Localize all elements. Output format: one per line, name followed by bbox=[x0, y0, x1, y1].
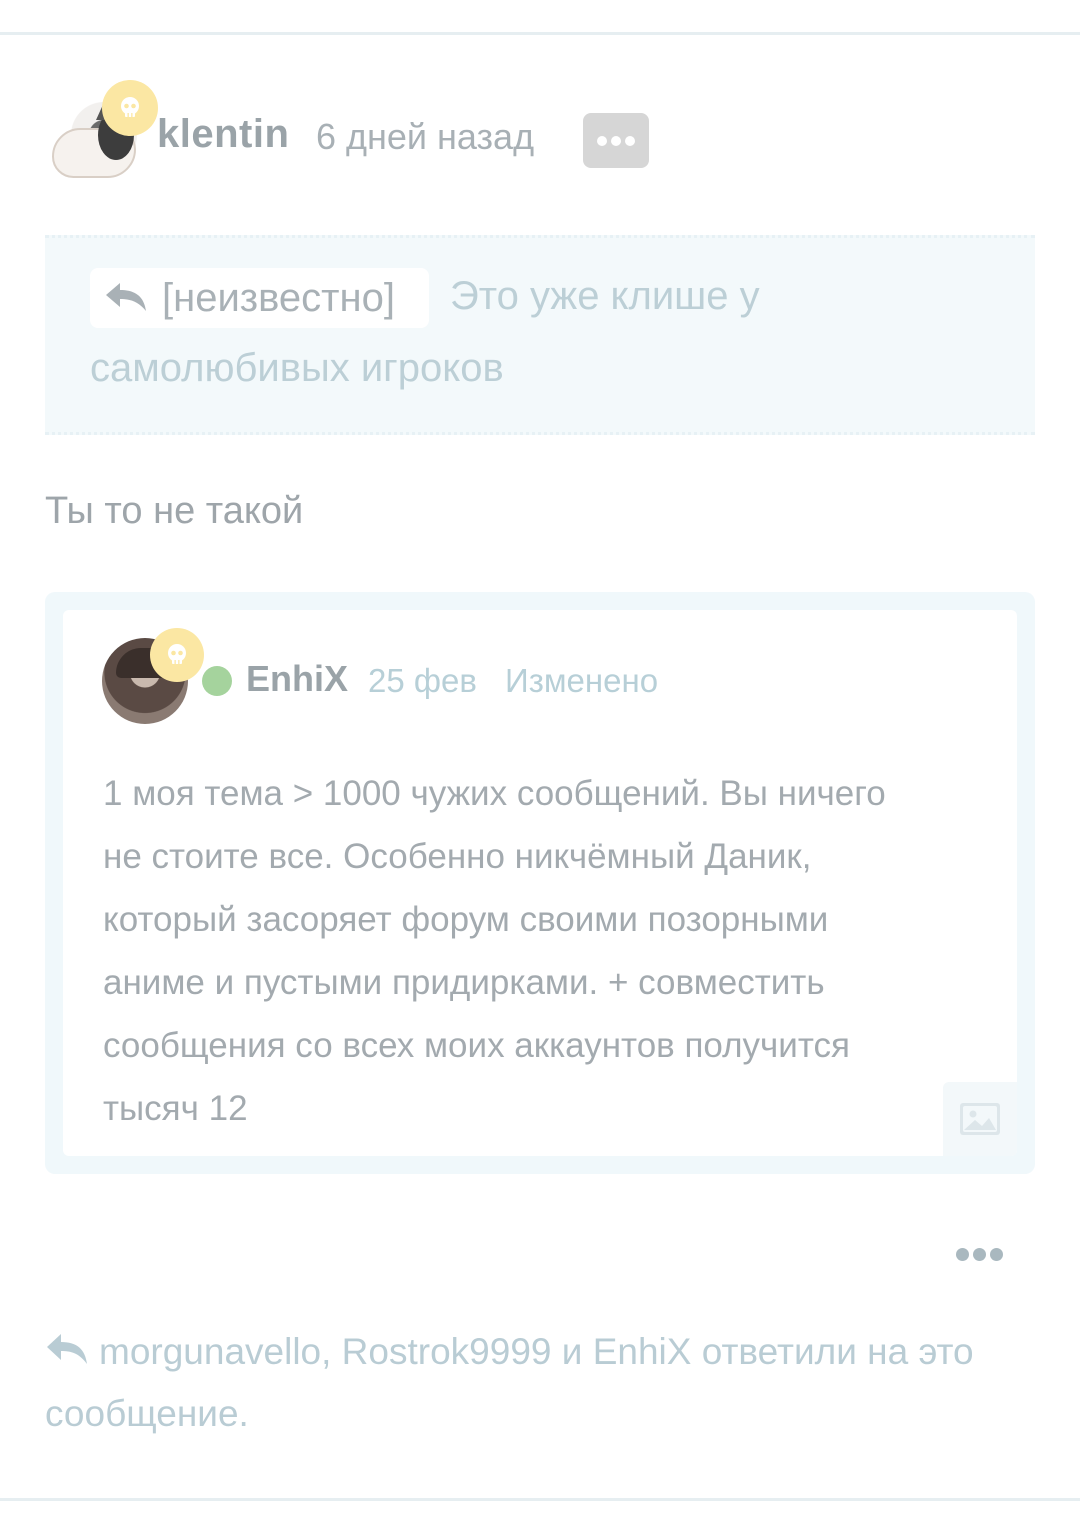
author-username[interactable]: klentin bbox=[157, 112, 289, 157]
quote-source-tag[interactable]: [неизвестно] bbox=[90, 268, 429, 328]
embed-line: не стоите все. Особенно никчёмный Даник, bbox=[103, 837, 812, 876]
replies-text: morgunavello, Rostrok9999 и EnhiX ответи… bbox=[45, 1331, 974, 1435]
embed-line: сообщения со всех моих аккаунтов получит… bbox=[103, 1026, 850, 1065]
skull-icon bbox=[150, 628, 204, 682]
image-icon[interactable] bbox=[943, 1082, 1017, 1156]
quote-source-label: [неизвестно] bbox=[162, 275, 395, 320]
embed-line: тысяч 12 bbox=[103, 1089, 248, 1128]
post-time[interactable]: 6 дней назад bbox=[316, 116, 534, 158]
reply-arrow-icon bbox=[104, 279, 148, 318]
quote-text-line2: самолюбивых игроков bbox=[90, 346, 504, 390]
bottom-divider bbox=[0, 1498, 1080, 1501]
embed-line: 1 моя тема > 1000 чужих сообщений. Вы ни… bbox=[103, 774, 886, 813]
embed-date[interactable]: 25 фев bbox=[368, 662, 477, 700]
quote-block bbox=[45, 235, 1035, 435]
embed-edited-label: Изменено bbox=[505, 662, 659, 699]
top-divider bbox=[0, 32, 1080, 35]
embed-author-username[interactable]: EnhiX bbox=[246, 658, 348, 700]
replies-info[interactable]: morgunavello, Rostrok9999 и EnhiX ответи… bbox=[45, 1322, 1035, 1444]
online-status-dot bbox=[202, 666, 232, 696]
more-dots-icon[interactable] bbox=[956, 1244, 1006, 1264]
embed-line: который засоряет форум своими позорными bbox=[103, 900, 829, 939]
embed-message-text: 1 моя тема > 1000 чужих сообщений. Вы ни… bbox=[103, 762, 963, 1140]
message-text: Ты то не такой bbox=[45, 490, 304, 532]
embed-line: аниме и пустыми придирками. + совместить bbox=[103, 963, 825, 1002]
skull-icon bbox=[102, 80, 158, 136]
quote-text-line1: Это уже клише у bbox=[450, 274, 760, 318]
reply-arrow-icon bbox=[45, 1324, 89, 1384]
more-dots-icon[interactable] bbox=[583, 113, 649, 168]
